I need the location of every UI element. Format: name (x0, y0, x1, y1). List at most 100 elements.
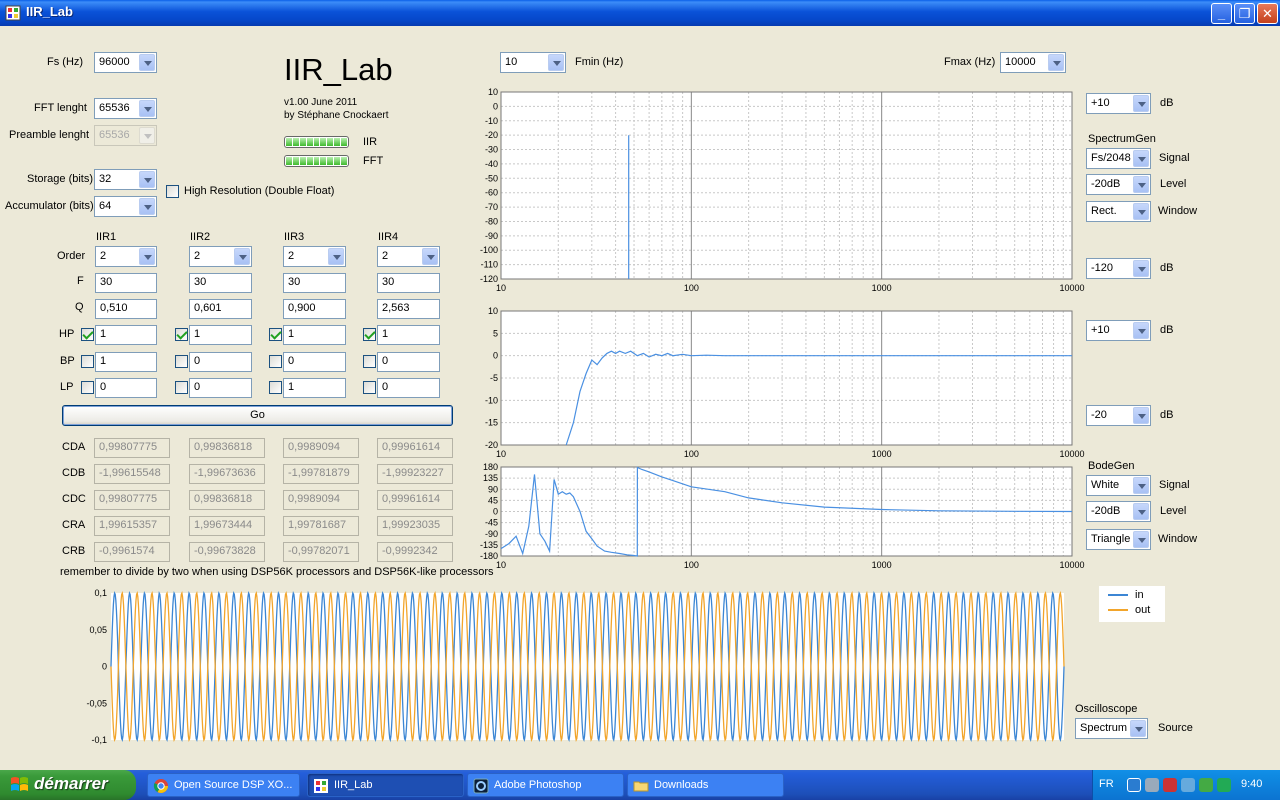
iir2-bp-checkbox[interactable] (175, 355, 188, 368)
iir4-lp-checkbox[interactable] (363, 381, 376, 394)
magnitude-bottom-db-select[interactable]: -20 (1086, 405, 1151, 426)
bodegen-signal-select[interactable]: White (1086, 475, 1151, 496)
system-tray: FR 9:40 (1092, 770, 1280, 800)
cra-label: CRA (62, 519, 86, 531)
chevron-down-icon[interactable] (139, 198, 155, 215)
iir1-hp-input[interactable]: 1 (95, 325, 157, 345)
clock: 9:40 (1241, 778, 1263, 790)
chevron-down-icon[interactable] (139, 248, 155, 265)
bodegen-window-select[interactable]: Triangle (1086, 529, 1151, 550)
iir4-f-input[interactable]: 30 (377, 273, 440, 293)
chevron-down-icon[interactable] (1133, 150, 1149, 167)
coef-cdb-iir2: -1,99673636 (189, 464, 265, 484)
iir2-hp-input[interactable]: 1 (189, 325, 252, 345)
chevron-down-icon[interactable] (1048, 54, 1064, 71)
iir3-bp-checkbox[interactable] (269, 355, 282, 368)
iir4-q-input[interactable]: 2,563 (377, 299, 440, 319)
iir2-f-input[interactable]: 30 (189, 273, 252, 293)
language-indicator[interactable]: FR (1099, 778, 1114, 790)
spectrumgen-signal-select[interactable]: Fs/2048 (1086, 148, 1151, 169)
network-icon[interactable] (1145, 778, 1159, 792)
chevron-down-icon[interactable] (139, 171, 155, 188)
chevron-down-icon[interactable] (548, 54, 564, 71)
iir3-bp-input[interactable]: 0 (283, 352, 346, 372)
iir4-lp-input[interactable]: 0 (377, 378, 440, 398)
iir4-hp-input[interactable]: 1 (377, 325, 440, 345)
iir3-hp-input[interactable]: 1 (283, 325, 346, 345)
y-tick-label: -10 (485, 395, 498, 405)
storage-bits-select[interactable]: 32 (94, 169, 157, 190)
chevron-down-icon[interactable] (234, 248, 250, 265)
chevron-down-icon[interactable] (1133, 95, 1149, 112)
cdc-label: CDC (62, 493, 86, 505)
bluetooth-icon[interactable] (1181, 778, 1195, 792)
magnitude-top-db-select[interactable]: +10 (1086, 320, 1151, 341)
high-resolution-checkbox[interactable] (166, 185, 179, 198)
chevron-down-icon[interactable] (1133, 477, 1149, 494)
y-tick-label: -0,1 (91, 735, 107, 745)
iir2-bp-input[interactable]: 0 (189, 352, 252, 372)
fmax-select[interactable]: 10000 (1000, 52, 1066, 73)
iir1-hp-checkbox[interactable] (81, 328, 94, 341)
iir1-bp-checkbox[interactable] (81, 355, 94, 368)
title-bar[interactable]: IIR_Lab _ ❐ ✕ (0, 0, 1280, 26)
iir3-lp-input[interactable]: 1 (283, 378, 346, 398)
accumulator-bits-select[interactable]: 64 (94, 196, 157, 217)
arrow-icon[interactable] (1127, 778, 1141, 792)
close-button[interactable]: ✕ (1257, 3, 1278, 24)
maximize-button[interactable]: ❐ (1234, 3, 1255, 24)
chevron-down-icon[interactable] (1133, 531, 1149, 548)
chevron-down-icon[interactable] (139, 54, 155, 71)
security-icon[interactable] (1199, 778, 1213, 792)
iir3-f-input[interactable]: 30 (283, 273, 346, 293)
taskbar-item-downloads[interactable]: Downloads (627, 773, 784, 797)
iir1-bp-input[interactable]: 1 (95, 352, 157, 372)
chevron-down-icon[interactable] (1133, 322, 1149, 339)
spectrumgen-window-select[interactable]: Rect. (1086, 201, 1151, 222)
chevron-down-icon[interactable] (1133, 203, 1149, 220)
oscilloscope-source-select[interactable]: Spectrum (1075, 718, 1148, 739)
spectrum-top-db-select[interactable]: +10 (1086, 93, 1151, 114)
iir1-q-input[interactable]: 0,510 (95, 299, 157, 319)
taskbar-item-chrome[interactable]: Open Source DSP XO... (147, 773, 300, 797)
iir1-f-input[interactable]: 30 (95, 273, 157, 293)
iir2-lp-input[interactable]: 0 (189, 378, 252, 398)
taskbar-item-iir-lab[interactable]: IIR_Lab (307, 773, 464, 797)
chevron-down-icon[interactable] (1133, 260, 1149, 277)
iir1-lp-input[interactable]: 0 (95, 378, 157, 398)
app-tray-icon[interactable] (1217, 778, 1231, 792)
iir4-order-select[interactable]: 2 (377, 246, 440, 267)
minimize-button[interactable]: _ (1211, 3, 1232, 24)
iir3-hp-checkbox[interactable] (269, 328, 282, 341)
iir2-q-input[interactable]: 0,601 (189, 299, 252, 319)
taskbar-item-photoshop[interactable]: Adobe Photoshop (467, 773, 624, 797)
iir4-bp-input[interactable]: 0 (377, 352, 440, 372)
iir1-order-select[interactable]: 2 (95, 246, 157, 267)
iir1-lp-checkbox[interactable] (81, 381, 94, 394)
iir3-lp-checkbox[interactable] (269, 381, 282, 394)
bodegen-level-select[interactable]: -20dB (1086, 501, 1151, 522)
spectrum-bottom-db-select[interactable]: -120 (1086, 258, 1151, 279)
iir3-order-select[interactable]: 2 (283, 246, 346, 267)
start-button[interactable]: démarrer (0, 770, 136, 800)
bode-phase-chart: 18013590450-45-90-135-18010 100 1000 10000 (480, 462, 1085, 570)
iir4-hp-checkbox[interactable] (363, 328, 376, 341)
chevron-down-icon[interactable] (422, 248, 438, 265)
spectrumgen-level-select[interactable]: -20dB (1086, 174, 1151, 195)
fs-select[interactable]: 96000 (94, 52, 157, 73)
go-button[interactable]: Go (62, 405, 453, 426)
iir2-lp-checkbox[interactable] (175, 381, 188, 394)
chevron-down-icon[interactable] (1133, 176, 1149, 193)
chevron-down-icon[interactable] (328, 248, 344, 265)
chevron-down-icon[interactable] (1130, 720, 1146, 737)
iir3-q-input[interactable]: 0,900 (283, 299, 346, 319)
fmin-select[interactable]: 10 (500, 52, 566, 73)
chevron-down-icon[interactable] (1133, 407, 1149, 424)
chevron-down-icon[interactable] (1133, 503, 1149, 520)
iir4-bp-checkbox[interactable] (363, 355, 376, 368)
iir2-hp-checkbox[interactable] (175, 328, 188, 341)
shield-icon[interactable] (1163, 778, 1177, 792)
iir2-order-select[interactable]: 2 (189, 246, 252, 267)
fft-length-select[interactable]: 65536 (94, 98, 157, 119)
chevron-down-icon[interactable] (139, 100, 155, 117)
